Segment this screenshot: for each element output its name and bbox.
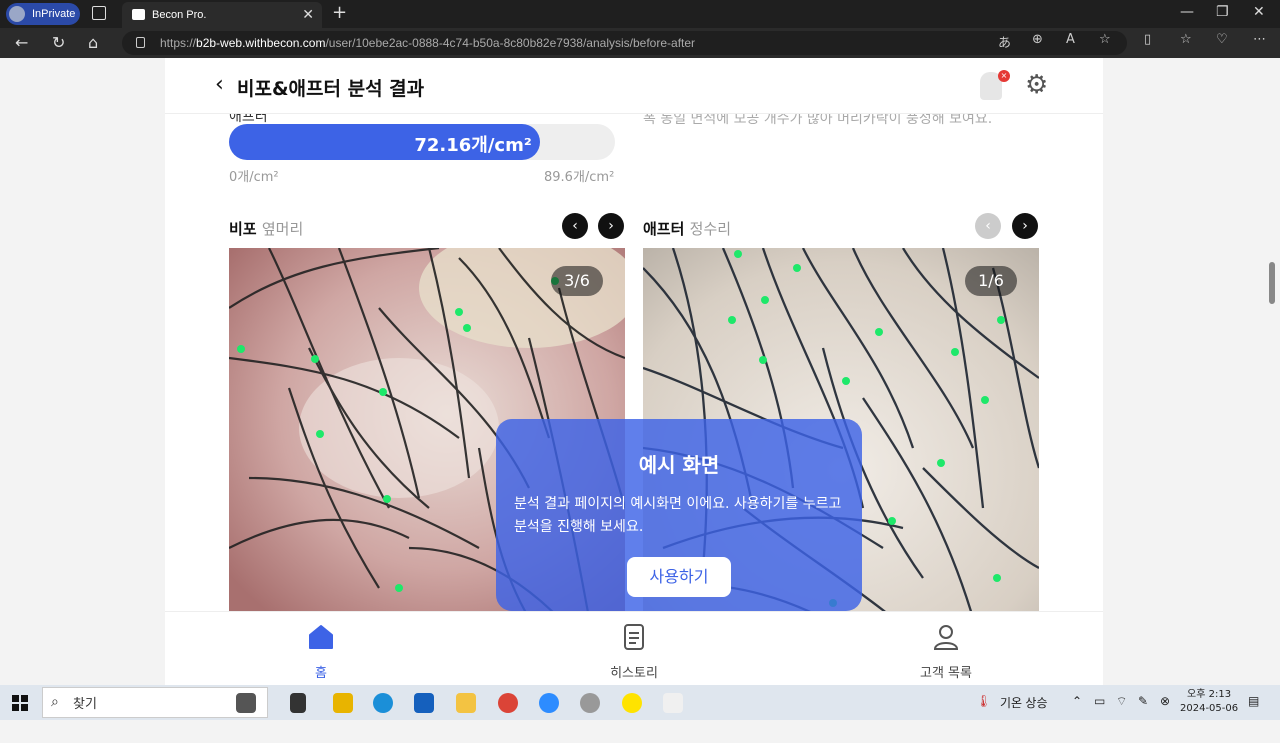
edge-icon[interactable] [373,693,393,713]
clock-date: 2024-05-06 [1180,703,1239,714]
overlay-text: 분석 결과 페이지의 예시화면 이에요. 사용하기를 누르고 분석을 진행해 보… [514,496,842,535]
app-white-icon[interactable] [663,693,683,713]
url-scheme: https:// [160,36,197,50]
tray-chevron-icon[interactable]: ⌃ [1072,694,1082,708]
wifi-icon[interactable]: ⌔ [1116,694,1127,709]
nav-home-label: 홈 [315,666,327,681]
favorites-icon[interactable]: ☆ [1180,32,1192,47]
after-region: 정수리 [689,220,732,238]
density-bar-fill: 72.16개/cm² [229,124,540,160]
url-field[interactable]: https://b2b-web.withbecon.com/user/10ebe… [122,31,1127,55]
chevron-left-icon[interactable]: ‹ [215,72,224,97]
close-window-icon[interactable]: ✕ [1253,4,1265,20]
close-tab-icon[interactable]: ✕ [302,6,314,23]
home-browser-icon[interactable]: ⌂ [88,33,98,52]
nav-customers-label: 고객 목록 [920,666,972,681]
page-viewport: ‹ 비포&애프터 분석 결과 × ⚙ 애프터 폭 동일 면적에 모공 개수가 많… [0,58,1280,743]
refresh-icon[interactable]: ↻ [52,33,65,52]
after-section-label: 애프터 정수리 [643,218,731,239]
tab-title: Becon Pro. [152,9,207,21]
density-value: 72.16개/cm² [414,135,532,156]
store-icon[interactable] [414,693,434,713]
task-view-icon[interactable] [290,693,306,713]
read-aloud-icon[interactable]: A [1066,32,1075,47]
zoom-icon[interactable]: ⊕ [1032,32,1043,47]
profile-avatar-icon [9,6,25,22]
search-icon: ⌕ [51,694,59,710]
minimize-icon[interactable]: — [1180,4,1194,20]
density-bar: 72.16개/cm² [229,124,615,160]
pen-icon[interactable]: ✎ [1138,694,1148,708]
maximize-icon[interactable]: ❐ [1216,4,1229,20]
app-yellow-icon[interactable] [333,693,353,713]
notification-badge: × [998,70,1010,82]
nav-history-label: 히스토리 [610,666,658,681]
battery-icon[interactable]: ▭ [1094,694,1105,708]
favicon-icon [132,9,145,20]
person-icon [933,625,959,650]
camera-app-icon[interactable] [236,693,256,713]
back-icon[interactable]: ← [15,33,28,52]
before-prev-button[interactable]: ‹ [562,213,588,239]
browser-tab-bar: InPrivate Becon Pro. ✕ + — ❐ ✕ [0,0,1280,28]
more-menu-icon[interactable]: ⋯ [1253,32,1266,47]
url-host: b2b-web.withbecon.com [196,36,326,50]
density-max-label: 89.6개/cm² [544,170,615,185]
mute-icon[interactable]: ⊗ [1160,694,1170,708]
address-bar-row: ← ↻ ⌂ https://b2b-web.withbecon.com/user… [0,28,1280,58]
after-next-button[interactable]: › [1012,213,1038,239]
density-note: 폭 동일 면적에 모공 개수가 많아 머리카락이 풍성해 보여요. [643,114,993,127]
before-next-button[interactable]: › [598,213,624,239]
after-label: 애프터 [643,220,685,238]
page-header: ‹ 비포&애프터 분석 결과 × ⚙ [165,58,1103,114]
clock-time: 오후 2:13 [1187,689,1232,700]
kakaotalk-icon[interactable] [622,693,642,713]
zoom-app-icon[interactable] [539,693,559,713]
file-explorer-icon[interactable] [456,693,476,713]
windows-start-icon[interactable] [12,695,28,711]
lock-icon [136,37,145,48]
nav-home[interactable]: 홈 [261,622,381,681]
use-button[interactable]: 사용하기 [627,557,731,597]
weather-text[interactable]: 기온 상승 [1000,694,1048,711]
windows-taskbar: ⌕ 찾기 🌡 기온 상승 ⌃ ▭ ⌔ ✎ ⊗ 오후 2:13 2024-05-0… [0,685,1280,720]
browser-tab[interactable]: Becon Pro. ✕ [122,2,322,28]
scrollbar-thumb[interactable] [1269,262,1275,304]
page-title: 비포&애프터 분석 결과 [237,78,425,100]
after-prev-button[interactable]: ‹ [975,213,1001,239]
before-section-label: 비포 옆머리 [229,218,303,239]
home-icon [309,625,333,649]
document-icon [624,624,644,650]
bottom-navigation: 홈 히스토리 고객 목록 [165,611,1103,685]
search-placeholder: 찾기 [73,697,97,712]
new-tab-icon[interactable]: + [332,2,347,23]
density-min-label: 0개/cm² [229,170,279,185]
page-scrollbar[interactable] [1264,116,1280,743]
url-path: /user/10ebe2ac-0888-4c74-b50a-8c80b82e79… [325,36,696,50]
thermometer-icon: 🌡 [976,694,992,708]
notification-center-icon[interactable]: ▤ [1248,694,1259,708]
before-image-counter: 3/6 [551,266,603,296]
split-screen-icon[interactable]: ▯ [1144,32,1151,47]
nav-customers[interactable]: 고객 목록 [886,622,1006,681]
translate-icon[interactable]: あ [998,32,1011,51]
health-icon[interactable]: ♡ [1216,32,1228,47]
inprivate-label: InPrivate [32,8,76,20]
app-container: ‹ 비포&애프터 분석 결과 × ⚙ 애프터 폭 동일 면적에 모공 개수가 많… [165,58,1103,685]
tab-actions-icon[interactable] [92,6,106,20]
analysis-content: 애프터 폭 동일 면적에 모공 개수가 많아 머리카락이 풍성해 보여요. 72… [210,114,1058,611]
after-image-counter: 1/6 [965,266,1017,296]
app-gray-icon[interactable] [580,693,600,713]
inprivate-badge[interactable]: InPrivate [6,3,80,25]
gear-icon[interactable]: ⚙ [1025,70,1048,100]
favorite-star-icon[interactable]: ☆ [1099,32,1111,47]
taskbar-search[interactable]: ⌕ 찾기 [42,687,268,718]
taskbar-clock[interactable]: 오후 2:13 2024-05-06 [1180,688,1238,716]
before-region: 옆머리 [261,220,304,238]
example-screen-overlay: 예시 화면 분석 결과 페이지의 예시화면 이에요. 사용하기를 누르고 분석을… [496,419,862,611]
before-label: 비포 [229,220,257,238]
overlay-title: 예시 화면 [638,453,720,477]
chrome-icon[interactable] [498,693,518,713]
nav-history[interactable]: 히스토리 [574,622,694,681]
